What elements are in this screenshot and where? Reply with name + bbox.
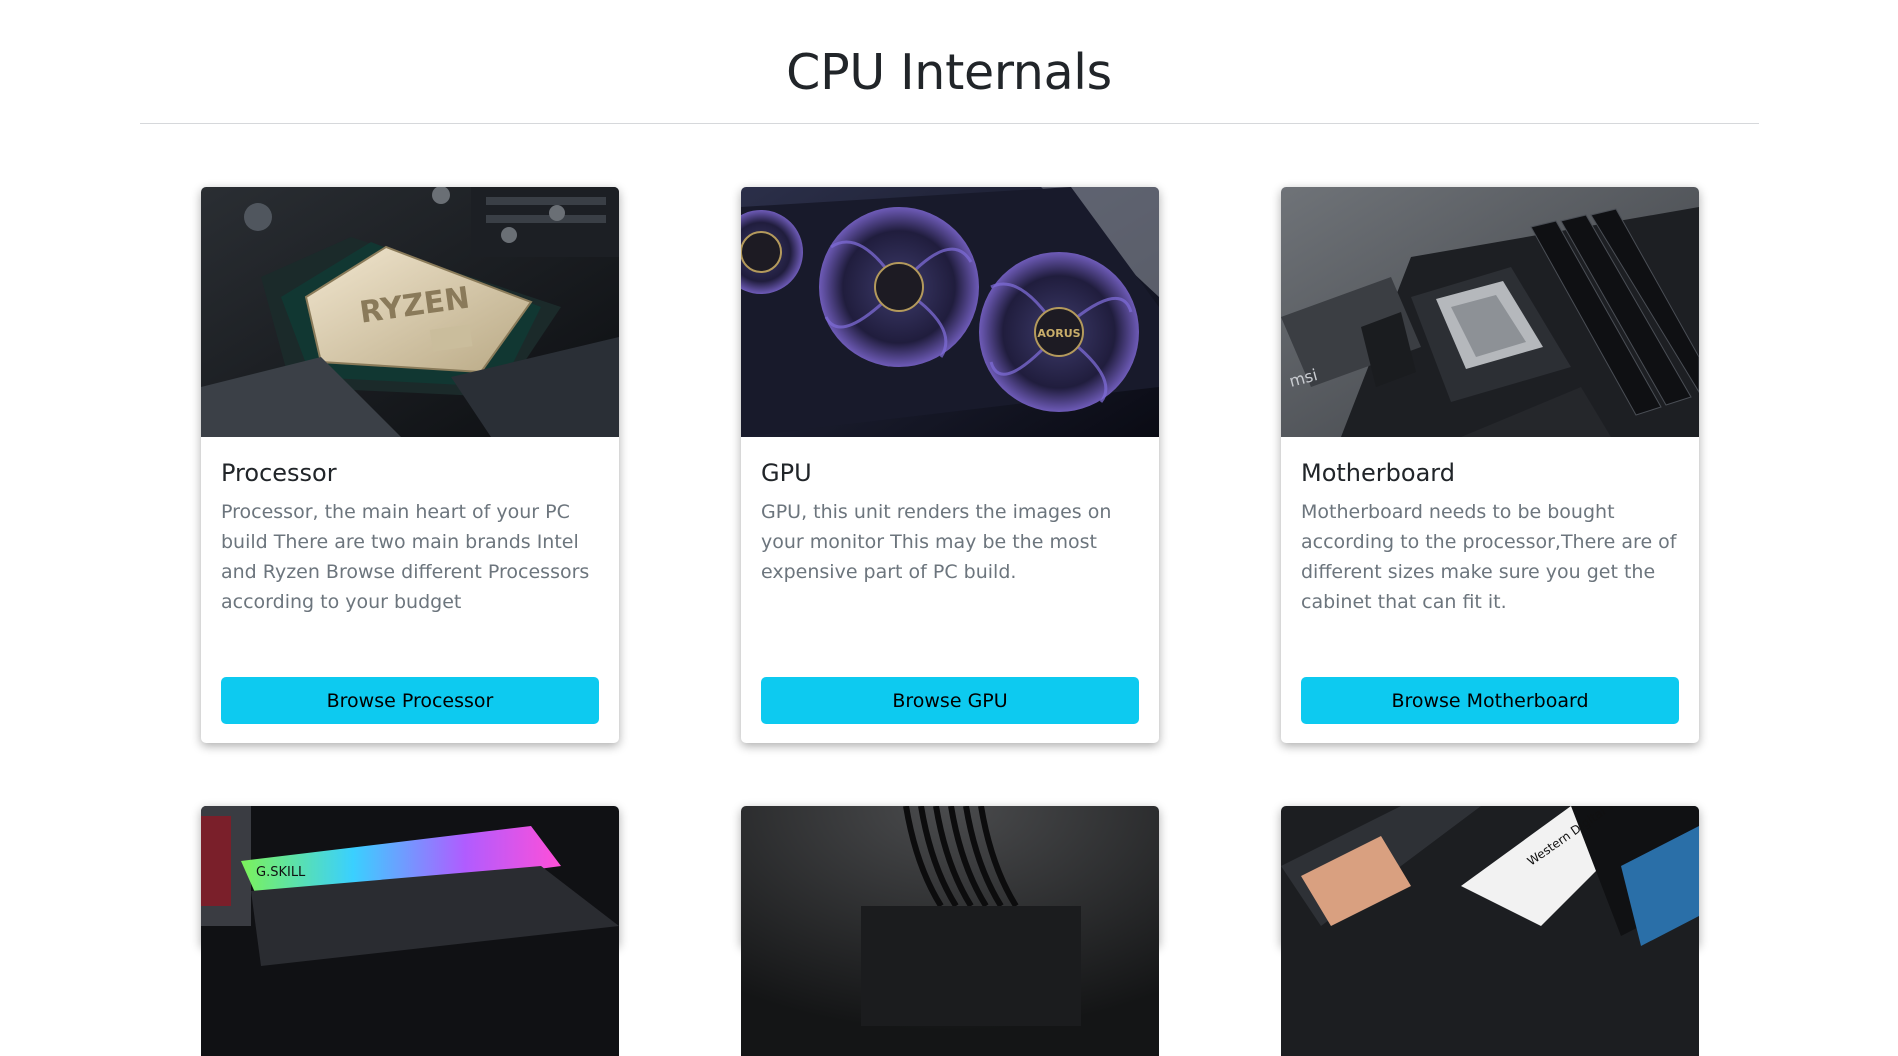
storage-photo: Western Digital WD BLACK	[1281, 806, 1699, 1056]
processor-image: RYZEN	[201, 187, 619, 437]
motherboard-photo: msi	[1281, 187, 1699, 437]
ram-image: G.SKILL	[201, 806, 619, 1056]
gpu-photo: AORUS	[741, 187, 1159, 437]
card-storage: Western Digital WD BLACK	[1281, 806, 1699, 1056]
card-gpu: AORUS GPU GPU, this unit renders the ima…	[741, 187, 1159, 743]
processor-title: Processor	[221, 459, 337, 487]
page-title: CPU Internals	[786, 44, 1112, 101]
power-supply-photo	[741, 806, 1159, 1056]
gpu-description: GPU, this unit renders the images on you…	[761, 501, 1112, 583]
card-motherboard: msi Motherboard Motherboard needs to be …	[1281, 187, 1699, 743]
browse-processor-button[interactable]: Browse Processor	[221, 677, 599, 724]
processor-description: Processor, the main heart of your PC bui…	[221, 501, 590, 613]
storage-image: Western Digital WD BLACK	[1281, 806, 1699, 1056]
gpu-title: GPU	[761, 459, 812, 487]
motherboard-title: Motherboard	[1301, 459, 1455, 487]
card-ram: G.SKILL	[201, 806, 619, 1056]
card-processor: RYZEN Processor Processor, the main hear…	[201, 187, 619, 743]
motherboard-image: msi	[1281, 187, 1699, 437]
card-power-supply	[741, 806, 1159, 1056]
page: CPU Internals RYZEN Processor Processor,…	[0, 0, 1898, 1056]
motherboard-description: Motherboard needs to be bought according…	[1301, 501, 1677, 613]
title-divider	[140, 123, 1759, 124]
browse-motherboard-button[interactable]: Browse Motherboard	[1301, 677, 1679, 724]
ram-brand-text: G.SKILL	[256, 865, 306, 880]
gpu-brand-text: AORUS	[1037, 327, 1080, 340]
processor-photo: RYZEN	[201, 187, 619, 437]
ram-photo: G.SKILL	[201, 806, 619, 1056]
browse-gpu-button[interactable]: Browse GPU	[761, 677, 1139, 724]
power-supply-image	[741, 806, 1159, 1056]
gpu-image: AORUS	[741, 187, 1159, 437]
